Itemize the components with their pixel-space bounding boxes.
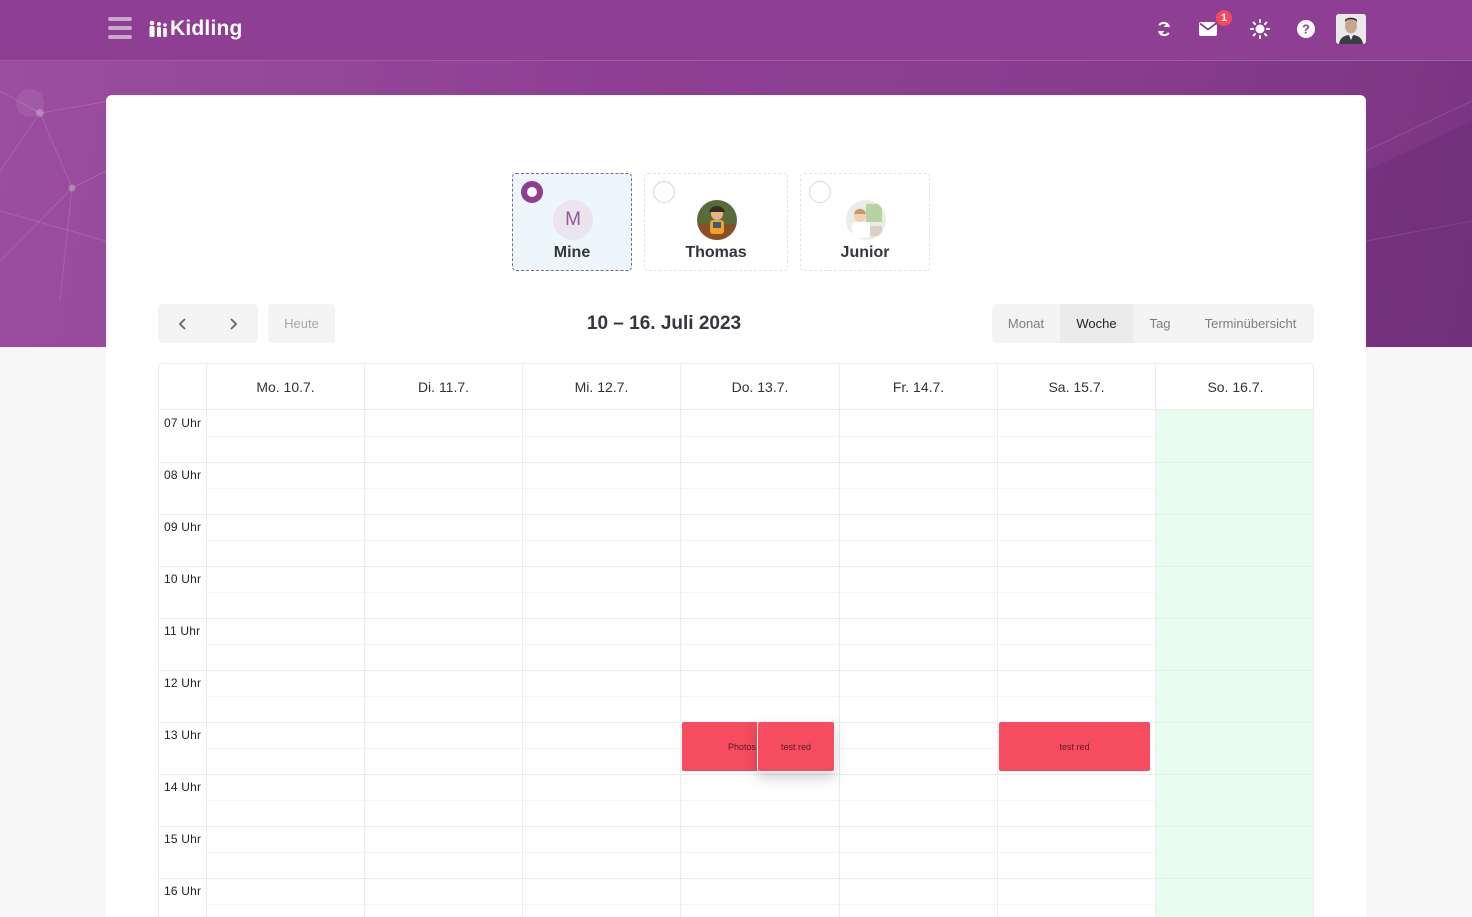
child-name: Mine xyxy=(553,244,591,261)
child-avatar-photo xyxy=(846,200,886,240)
view-week-button[interactable]: Woche xyxy=(1060,304,1133,343)
radio-selected[interactable] xyxy=(521,181,543,203)
hour-label: 11 Uhr xyxy=(164,624,201,638)
hour-label: 12 Uhr xyxy=(164,676,202,690)
help-icon[interactable]: ? xyxy=(1291,14,1321,44)
day-header[interactable]: Fr. 14.7. xyxy=(839,364,997,410)
day-header[interactable]: So. 16.7. xyxy=(1155,364,1313,410)
hour-label: 09 Uhr xyxy=(164,520,202,534)
range-title: 10 – 16. Juli 2023 xyxy=(586,313,742,334)
svg-text:?: ? xyxy=(1302,22,1310,37)
hour-label: 16 Uhr xyxy=(164,884,202,898)
view-day-button[interactable]: Tag xyxy=(1133,304,1187,343)
sun-icon[interactable] xyxy=(1245,14,1275,44)
radio-unselected[interactable] xyxy=(809,181,831,203)
hour-label: 13 Uhr xyxy=(164,728,202,742)
menu-icon[interactable] xyxy=(108,17,132,39)
calendar-card: M Mine Thomas Junior Heute 10 – 16. Juli… xyxy=(106,95,1366,917)
today-button[interactable]: Heute xyxy=(268,304,335,343)
nav-group xyxy=(158,304,258,343)
app-logo[interactable]: Kidling xyxy=(148,14,243,44)
calendar-event[interactable]: test red xyxy=(757,721,835,772)
child-tile-thomas[interactable]: Thomas xyxy=(644,173,788,271)
child-name: Junior xyxy=(840,244,890,261)
radio-unselected[interactable] xyxy=(653,181,675,203)
next-button[interactable] xyxy=(208,304,258,343)
hour-label: 10 Uhr xyxy=(164,572,202,586)
day-header[interactable]: Sa. 15.7. xyxy=(997,364,1155,410)
child-tile-mine[interactable]: M Mine xyxy=(512,173,632,271)
day-header[interactable]: Do. 13.7. xyxy=(680,364,839,410)
logo-text: Kidling xyxy=(170,17,243,40)
top-bar: Kidling 1 ? xyxy=(0,0,1472,61)
day-header[interactable]: Mi. 12.7. xyxy=(522,364,680,410)
hour-label: 07 Uhr xyxy=(164,416,202,430)
day-header[interactable]: Di. 11.7. xyxy=(364,364,522,410)
user-avatar[interactable] xyxy=(1336,14,1366,44)
calendar-event[interactable]: test red xyxy=(998,721,1151,772)
time-gutter-header xyxy=(159,364,206,410)
view-switcher: Monat Woche Tag Terminübersicht xyxy=(992,304,1314,343)
view-agenda-button[interactable]: Terminübersicht xyxy=(1187,304,1314,343)
hour-label: 15 Uhr xyxy=(164,832,202,846)
hour-label: 14 Uhr xyxy=(164,780,202,794)
hour-label: 08 Uhr xyxy=(164,468,202,482)
week-calendar: Mo. 10.7. Di. 11.7. Mi. 12.7. Do. 13.7. … xyxy=(158,363,1314,917)
refresh-icon[interactable] xyxy=(1149,14,1179,44)
child-avatar-initial: M xyxy=(553,200,593,240)
prev-button[interactable] xyxy=(158,304,208,343)
chevron-left-icon xyxy=(178,317,186,330)
child-name: Thomas xyxy=(685,244,747,261)
calendar-event[interactable]: Photos xyxy=(681,721,761,772)
view-month-button[interactable]: Monat xyxy=(992,304,1060,343)
chevron-right-icon xyxy=(230,317,238,330)
today-column-highlight xyxy=(1155,410,1313,917)
notification-badge: 1 xyxy=(1214,8,1234,28)
child-tile-junior[interactable]: Junior xyxy=(800,173,930,271)
child-avatar-photo xyxy=(697,200,737,240)
day-header[interactable]: Mo. 10.7. xyxy=(206,364,364,410)
kids-logo-icon xyxy=(148,20,168,38)
